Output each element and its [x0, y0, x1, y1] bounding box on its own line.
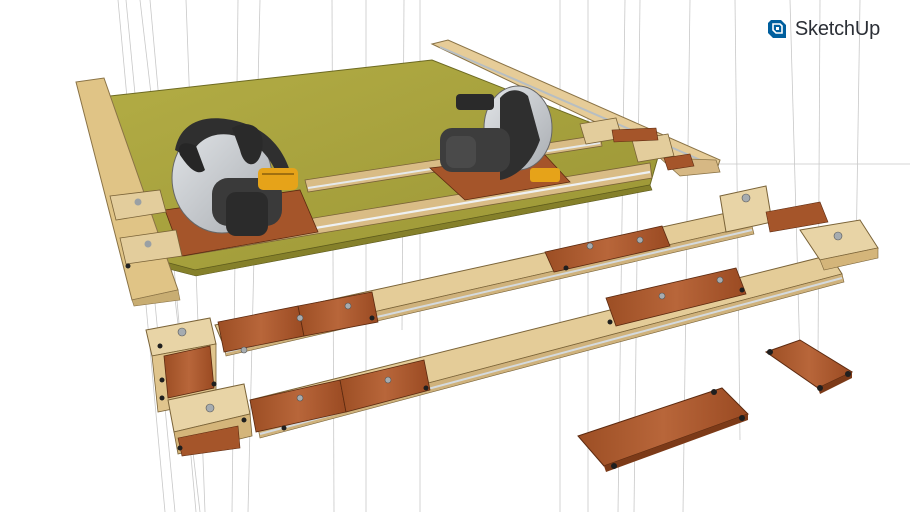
sketchup-logo-icon [767, 20, 786, 38]
brand-name: SketchUp [794, 17, 880, 40]
cut-assembly-top[interactable] [75, 39, 721, 307]
sketchup-model-viewport[interactable] [0, 0, 910, 512]
brand-watermark: SketchUp [765, 14, 880, 44]
end-block-right-back[interactable] [719, 185, 773, 233]
